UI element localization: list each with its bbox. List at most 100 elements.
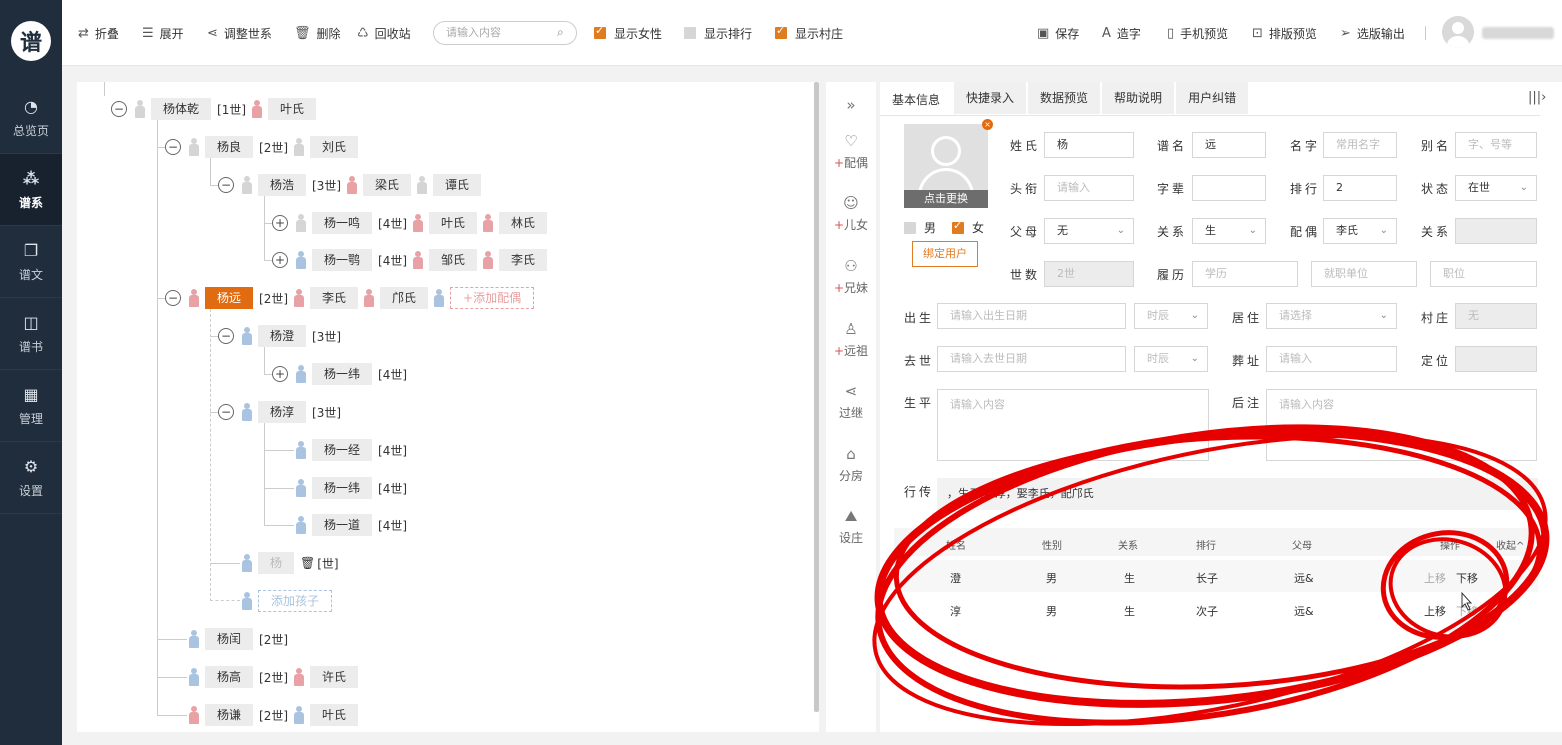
tree-node[interactable]: − 杨良 [2世] 刘氏 bbox=[165, 136, 364, 158]
tree-node[interactable]: 杨闰 [2世] bbox=[189, 628, 294, 650]
node-name[interactable]: 杨澄 bbox=[258, 325, 307, 347]
tab-user-corrections[interactable]: 用户纠错 bbox=[1176, 82, 1249, 114]
adjust-lineage-button[interactable]: ⋖ 调整世系 bbox=[207, 24, 272, 42]
tree-node[interactable]: + 杨一鹗 [4世] 邹氏 李氏 bbox=[272, 249, 553, 271]
tree-node[interactable]: + 杨一鸣 [4世] 叶氏 林氏 bbox=[272, 212, 553, 234]
gender-male-option[interactable]: 男 bbox=[904, 219, 936, 236]
spouse-name[interactable]: 许氏 bbox=[310, 666, 359, 688]
nav-item-settings[interactable]: ⚙ 设置 bbox=[0, 442, 62, 514]
surname-field[interactable]: 杨 bbox=[1044, 132, 1134, 158]
add-spouse-button[interactable]: +添加配偶 bbox=[450, 287, 535, 309]
collapse-right-icon[interactable]: |||› bbox=[1528, 90, 1546, 105]
node-name[interactable]: 杨闰 bbox=[205, 628, 254, 650]
move-down-button[interactable]: 下移 bbox=[1456, 603, 1478, 619]
tree-node[interactable]: 杨谦 [2世] 叶氏 bbox=[189, 704, 364, 726]
spouse-name[interactable]: 李氏 bbox=[499, 249, 548, 271]
tree-node[interactable]: 杨高 [2世] 许氏 bbox=[189, 666, 364, 688]
note-textarea[interactable]: 请输入内容 bbox=[1266, 389, 1537, 461]
burial-field[interactable]: 请输入 bbox=[1266, 346, 1397, 372]
nav-item-books[interactable]: ◫ 谱书 bbox=[0, 298, 62, 370]
relation-select[interactable]: 生 ⌄ bbox=[1192, 218, 1266, 244]
show-village-checkbox[interactable]: 显示村庄 bbox=[775, 24, 843, 42]
collapse-icon[interactable]: − bbox=[218, 404, 234, 420]
collapse-panel-button[interactable]: » bbox=[826, 96, 876, 118]
save-button[interactable]: ▣ 保存 bbox=[1037, 24, 1079, 42]
node-name[interactable]: 杨谦 bbox=[205, 704, 254, 726]
create-char-button[interactable]: A 造字 bbox=[1102, 24, 1141, 42]
spouse-name[interactable]: 谭氏 bbox=[433, 174, 482, 196]
xingzhuan-text[interactable]: ，生子澄/淳，娶李氏，配邝氏 bbox=[937, 478, 1538, 510]
parents-select[interactable]: 无 ⌄ bbox=[1044, 218, 1134, 244]
user-avatar[interactable] bbox=[1442, 16, 1474, 48]
recycle-bin-button[interactable]: ♺ 回收站 bbox=[357, 24, 411, 42]
node-name[interactable]: 杨一纬 bbox=[312, 477, 373, 499]
life-textarea[interactable]: 请输入内容 bbox=[937, 389, 1209, 461]
spouse-name[interactable]: 李氏 bbox=[310, 287, 359, 309]
tree-node[interactable]: − 杨澄 [3世] bbox=[218, 325, 347, 347]
collapse-icon[interactable]: − bbox=[218, 177, 234, 193]
move-up-button[interactable]: 上移 bbox=[1424, 603, 1446, 619]
spouse-name[interactable]: 刘氏 bbox=[310, 136, 359, 158]
node-name[interactable]: 杨一鸣 bbox=[312, 212, 373, 234]
node-name[interactable]: 杨一道 bbox=[312, 514, 373, 536]
change-photo-label[interactable]: 点击更换 bbox=[904, 190, 988, 208]
spouse-name[interactable]: 邹氏 bbox=[429, 249, 478, 271]
nav-item-overview[interactable]: ◔ 总览页 bbox=[0, 82, 62, 154]
set-village-action[interactable]: ⛰ 设庄 bbox=[826, 507, 876, 546]
search-icon[interactable]: ⌕ bbox=[557, 25, 564, 40]
node-name[interactable]: 杨一鹗 bbox=[312, 249, 373, 271]
spouse-name[interactable]: 梁氏 bbox=[363, 174, 412, 196]
tab-quick-entry[interactable]: 快捷录入 bbox=[954, 82, 1027, 114]
birth-date-field[interactable]: 请输入出生日期 bbox=[937, 303, 1126, 329]
tab-basic-info[interactable]: 基本信息 bbox=[880, 82, 953, 114]
alias-field[interactable]: 字、号等 bbox=[1455, 132, 1537, 158]
node-name[interactable]: 杨良 bbox=[205, 136, 254, 158]
bind-user-button[interactable]: 绑定用户 bbox=[912, 241, 978, 267]
user-name-blurred[interactable] bbox=[1482, 27, 1554, 39]
fold-button[interactable]: ⇄ 折叠 bbox=[78, 24, 119, 42]
nav-item-documents[interactable]: ❐ 谱文 bbox=[0, 226, 62, 298]
collapse-table-button[interactable]: 收起^ bbox=[1496, 537, 1524, 552]
gender-female-option[interactable]: 女 bbox=[952, 219, 984, 236]
remove-photo-icon[interactable]: × bbox=[982, 119, 993, 130]
birth-hour-select[interactable]: 时辰 ⌄ bbox=[1134, 303, 1208, 329]
expand-icon[interactable]: + bbox=[272, 252, 288, 268]
profile-photo[interactable]: 点击更换 bbox=[904, 124, 988, 208]
expand-icon[interactable]: + bbox=[272, 215, 288, 231]
add-ancestor-action[interactable]: ♙ +远祖 bbox=[826, 320, 876, 359]
adoption-action[interactable]: ⋖ 过继 bbox=[826, 382, 876, 421]
tree-node-draft[interactable]: 杨 🗑 [世] bbox=[242, 552, 345, 574]
tree-node-add-child[interactable]: 添加孩子 bbox=[242, 590, 333, 612]
search-input[interactable]: 请输入内容 bbox=[433, 21, 577, 45]
nav-item-lineage[interactable]: ⁂ 谱系 bbox=[0, 154, 62, 226]
spouse-name[interactable]: 林氏 bbox=[499, 212, 548, 234]
tree-node-selected[interactable]: − 杨远 [2世] 李氏 邝氏 +添加配偶 bbox=[165, 287, 535, 309]
collapse-icon[interactable]: − bbox=[165, 139, 181, 155]
move-up-button[interactable]: 上移 bbox=[1424, 570, 1446, 586]
tree-node[interactable]: − 杨淳 [3世] bbox=[218, 401, 347, 423]
tree-node[interactable]: + 杨一纬 [4世] bbox=[272, 363, 413, 385]
node-name[interactable]: 杨一经 bbox=[312, 439, 373, 461]
node-name[interactable]: 杨 bbox=[258, 552, 295, 574]
node-name[interactable]: 杨浩 bbox=[258, 174, 307, 196]
collapse-icon[interactable]: − bbox=[218, 328, 234, 344]
expand-icon[interactable]: + bbox=[272, 366, 288, 382]
show-rank-checkbox[interactable]: 显示排行 bbox=[684, 24, 752, 42]
status-select[interactable]: 在世 ⌄ bbox=[1455, 175, 1537, 201]
mobile-preview-button[interactable]: ▯ 手机预览 bbox=[1167, 24, 1228, 42]
spouse-name[interactable]: 叶氏 bbox=[268, 98, 317, 120]
spouse-select[interactable]: 李氏 ⌄ bbox=[1323, 218, 1397, 244]
residence-select[interactable]: 请选择 ⌄ bbox=[1266, 303, 1397, 329]
death-hour-select[interactable]: 时辰 ⌄ bbox=[1134, 346, 1208, 372]
employer-field[interactable]: 就职单位 bbox=[1311, 261, 1417, 287]
collapse-icon[interactable]: − bbox=[111, 101, 127, 117]
node-name[interactable]: 杨高 bbox=[205, 666, 254, 688]
add-child-button[interactable]: 添加孩子 bbox=[258, 590, 333, 612]
spouse-name[interactable]: 叶氏 bbox=[310, 704, 359, 726]
node-name[interactable]: 杨淳 bbox=[258, 401, 307, 423]
app-logo[interactable]: 谱 bbox=[0, 0, 62, 82]
death-date-field[interactable]: 请输入去世日期 bbox=[937, 346, 1126, 372]
tree-node[interactable]: 杨一道 [4世] bbox=[296, 514, 413, 536]
add-spouse-action[interactable]: ♡ +配偶 bbox=[826, 132, 876, 171]
title-field[interactable]: 请输入 bbox=[1044, 175, 1134, 201]
